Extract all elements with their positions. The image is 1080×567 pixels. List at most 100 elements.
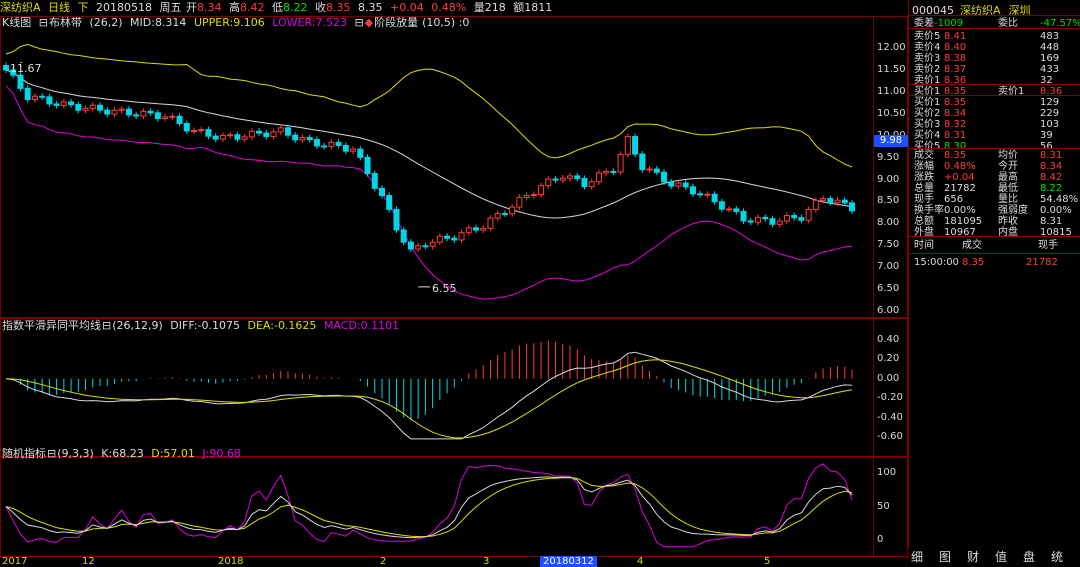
candle-body — [241, 136, 248, 140]
stat-label: 最低 — [998, 183, 1018, 194]
candle-body — [212, 135, 219, 140]
ask-row: 卖价3 8.38 169 — [912, 53, 1078, 64]
tab-stats[interactable]: 统 — [1051, 548, 1063, 565]
trades-header-time: 时间 — [914, 240, 934, 251]
bid-volume: 129 — [1040, 97, 1060, 108]
kdj-y-tick: 0 — [877, 534, 884, 545]
stat-value: 8.35 — [944, 150, 967, 161]
candle-body — [400, 229, 407, 243]
candle-body — [46, 96, 53, 105]
kline-y-tick: 8.50 — [877, 195, 900, 207]
bid-row: 买价4 8.31 39 — [912, 130, 1078, 141]
stat-row: 总额 181095 昨收 8.31 — [912, 216, 1078, 227]
candle-body — [328, 141, 335, 147]
quote-divider — [908, 95, 1080, 96]
stat-label: 昨收 — [998, 216, 1018, 227]
candle-body — [306, 137, 313, 141]
candle-body — [407, 241, 414, 250]
candle-body — [632, 136, 639, 155]
candle-body — [545, 178, 552, 187]
candle-body — [162, 116, 169, 120]
ask-volume: 169 — [1040, 53, 1060, 64]
stat-value: 0.00% — [1040, 205, 1072, 216]
stat-value: 181095 — [944, 216, 983, 227]
boll-upper-line — [5, 43, 853, 168]
candle-body — [805, 208, 812, 221]
candle-body — [516, 196, 523, 208]
tab-chart[interactable]: 图 — [939, 548, 951, 565]
tab-finance[interactable]: 财 — [967, 548, 979, 565]
kline-y-tick: 7.00 — [877, 261, 900, 273]
bid-label: 买价3 — [914, 119, 941, 130]
bottom-tabs: 细 图 财 值 盘 统 — [908, 548, 1080, 567]
candle-body — [53, 103, 60, 106]
candle-body — [769, 218, 776, 225]
quote-divider — [908, 84, 1080, 85]
candle-body — [617, 153, 624, 173]
tab-value[interactable]: 值 — [995, 548, 1007, 565]
candle-body — [191, 130, 197, 133]
candle-body — [783, 215, 790, 222]
candle-body — [849, 202, 855, 212]
stat-label: 换手率 — [914, 205, 944, 216]
stat-value: 8.31 — [1040, 216, 1063, 227]
candle-body — [422, 245, 429, 248]
bid-price: 8.35 — [944, 97, 967, 108]
candle-body — [133, 114, 140, 117]
candle-body — [379, 187, 385, 197]
candle-body — [371, 173, 378, 189]
divider — [908, 15, 1080, 16]
x-axis-cursor-date: 20180312 — [540, 556, 597, 567]
candle-body — [798, 217, 805, 221]
bid-label: 买价2 — [914, 108, 941, 119]
candle-body — [704, 193, 711, 196]
trades-header-price: 成交 — [962, 240, 982, 251]
stat-value: 8.34 — [1040, 161, 1063, 172]
candle-body — [458, 232, 465, 241]
trade-time: 15:00:00 — [914, 257, 959, 268]
quote-divider — [908, 236, 1080, 237]
macd-y-tick: -0.60 — [877, 431, 903, 442]
candle-body — [24, 87, 31, 100]
candle-body — [465, 227, 472, 234]
ask-volume: 483 — [1040, 31, 1060, 42]
quote-divider — [908, 148, 1080, 149]
candle-body — [3, 65, 9, 71]
candle-body — [321, 145, 328, 148]
candle-body — [473, 227, 479, 231]
tab-orderbook[interactable]: 盘 — [1023, 548, 1035, 565]
candle-body — [292, 134, 299, 141]
tab-detail[interactable]: 细 — [911, 548, 923, 565]
ask-label: 卖价3 — [914, 53, 941, 64]
candle-body — [277, 127, 284, 133]
stat-value: 656 — [944, 194, 964, 205]
candle-body — [436, 235, 443, 243]
trade-row: 15:00:00 8.35 21782 — [912, 257, 1078, 268]
x-axis-label: 3 — [483, 556, 490, 567]
macd-y-tick: -0.40 — [877, 411, 903, 423]
candle-body — [762, 216, 769, 220]
candle-body — [675, 182, 682, 187]
candle-body — [487, 217, 494, 229]
kline-y-tick: 11.50 — [877, 63, 906, 75]
candle-body — [501, 213, 508, 216]
macd-y-tick: 0.20 — [877, 353, 900, 365]
candle-body — [480, 227, 487, 231]
ask-price: 8.37 — [944, 64, 967, 75]
candle-body — [747, 220, 754, 223]
candle-body — [147, 110, 154, 114]
candle-body — [104, 109, 111, 115]
stat-label: 今开 — [998, 161, 1018, 172]
macd-y-tick: -0.20 — [877, 392, 903, 404]
bid-volume: 103 — [1040, 119, 1060, 130]
stat-row: 总量 21782 最低 8.22 — [912, 183, 1078, 194]
candle-body — [75, 104, 82, 111]
x-axis-label: 2 — [380, 556, 387, 567]
candle-body — [89, 104, 96, 109]
candle-body — [386, 195, 393, 210]
stat-label: 量比 — [998, 194, 1018, 205]
quote-divider — [908, 253, 1080, 254]
macd-y-tick: 0.40 — [877, 334, 900, 345]
candle-body — [227, 134, 234, 137]
candle-body — [140, 110, 147, 117]
